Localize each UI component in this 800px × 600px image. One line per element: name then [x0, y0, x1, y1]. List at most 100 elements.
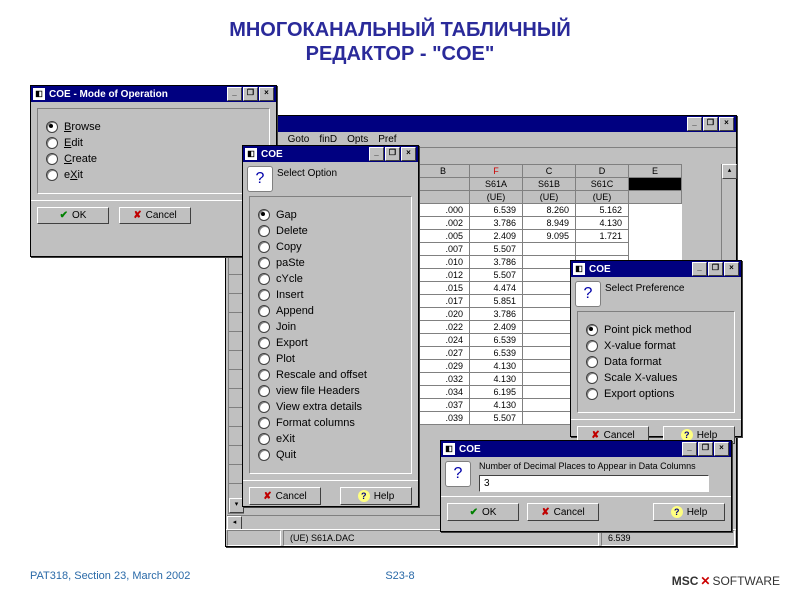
cell[interactable]: [523, 269, 576, 282]
maximize-button[interactable]: ❐: [243, 87, 258, 101]
cell[interactable]: 4.474: [470, 282, 523, 295]
ok-button[interactable]: ✔OK: [37, 207, 109, 224]
maximize-button[interactable]: ❐: [708, 262, 723, 276]
pref-data-format[interactable]: Data format: [586, 356, 726, 368]
option-gap[interactable]: Gap: [258, 209, 403, 221]
cell[interactable]: [523, 282, 576, 295]
radio-browse[interactable]: Browse: [46, 121, 261, 133]
pref-export-options[interactable]: Export options: [586, 388, 726, 400]
menu-pref[interactable]: Pref: [378, 134, 396, 145]
cell[interactable]: [523, 334, 576, 347]
cell[interactable]: [523, 321, 576, 334]
cell[interactable]: .012: [417, 269, 470, 282]
cancel-button[interactable]: ✘Cancel: [119, 207, 191, 224]
cell[interactable]: 2.409: [470, 230, 523, 243]
cell[interactable]: [523, 256, 576, 269]
titlebar-select[interactable]: ◧ COE _ ❐ ×: [243, 146, 418, 162]
option-delete[interactable]: Delete: [258, 225, 403, 237]
titlebar-mode[interactable]: ◧ COE - Mode of Operation _ ❐ ×: [31, 86, 276, 102]
table-row[interactable]: .0075.507: [417, 243, 682, 256]
cell[interactable]: [523, 347, 576, 360]
cell[interactable]: .022: [417, 321, 470, 334]
option-view-file-headers[interactable]: view file Headers: [258, 385, 403, 397]
radio-edit[interactable]: Edit: [46, 137, 261, 149]
col-header[interactable]: D: [576, 165, 629, 178]
option-export[interactable]: Export: [258, 337, 403, 349]
cell[interactable]: 6.539: [470, 334, 523, 347]
help-button[interactable]: ?Help: [653, 503, 725, 521]
cell[interactable]: 5.507: [470, 269, 523, 282]
cell[interactable]: .000: [417, 204, 470, 217]
cell[interactable]: [523, 295, 576, 308]
maximize-button[interactable]: ❐: [385, 147, 400, 161]
col-header[interactable]: E: [629, 165, 682, 178]
cell[interactable]: 9.095: [523, 230, 576, 243]
option-view-extra-details[interactable]: View extra details: [258, 401, 403, 413]
cell[interactable]: 8.949: [523, 217, 576, 230]
menu-goto[interactable]: Goto: [288, 134, 310, 145]
cell[interactable]: [523, 360, 576, 373]
cell[interactable]: 4.130: [576, 217, 629, 230]
titlebar-pref[interactable]: ◧ COE _ ❐ ×: [571, 261, 741, 277]
table-row[interactable]: .0006.5398.2605.162: [417, 204, 682, 217]
col-header[interactable]: C: [523, 165, 576, 178]
cell[interactable]: 3.786: [470, 308, 523, 321]
option-paste[interactable]: paSte: [258, 257, 403, 269]
cell[interactable]: .039: [417, 412, 470, 425]
option-copy[interactable]: Copy: [258, 241, 403, 253]
mode-dialog[interactable]: ◧ COE - Mode of Operation _ ❐ × Browse E…: [30, 85, 277, 257]
minimize-button[interactable]: _: [687, 117, 702, 131]
cell[interactable]: .029: [417, 360, 470, 373]
select-option-dialog[interactable]: ◧ COE _ ❐ × ? Select Option GapDeleteCop…: [242, 145, 419, 507]
option-join[interactable]: Join: [258, 321, 403, 333]
cell[interactable]: .027: [417, 347, 470, 360]
cancel-button[interactable]: ✘Cancel: [249, 487, 321, 505]
maximize-button[interactable]: ❐: [698, 442, 713, 456]
pref-point-pick-method[interactable]: Point pick method: [586, 324, 726, 336]
decimal-input[interactable]: 3: [479, 475, 709, 492]
cell[interactable]: .007: [417, 243, 470, 256]
cell[interactable]: [523, 308, 576, 321]
table-row[interactable]: .0052.4099.0951.721: [417, 230, 682, 243]
option-quit[interactable]: Quit: [258, 449, 403, 461]
radio-exit[interactable]: eXit: [46, 169, 261, 181]
cell[interactable]: .010: [417, 256, 470, 269]
cell[interactable]: 3.786: [470, 217, 523, 230]
cell[interactable]: 4.130: [470, 373, 523, 386]
pref-x-value-format[interactable]: X-value format: [586, 340, 726, 352]
cell[interactable]: 3.786: [470, 256, 523, 269]
maximize-button[interactable]: ❐: [703, 117, 718, 131]
minimize-button[interactable]: _: [692, 262, 707, 276]
radio-create[interactable]: Create: [46, 153, 261, 165]
cell[interactable]: [523, 243, 576, 256]
option-exit[interactable]: eXit: [258, 433, 403, 445]
close-button[interactable]: ×: [259, 87, 274, 101]
cell[interactable]: 8.260: [523, 204, 576, 217]
cell[interactable]: .015: [417, 282, 470, 295]
close-button[interactable]: ×: [719, 117, 734, 131]
pref-scale-x-values[interactable]: Scale X-values: [586, 372, 726, 384]
option-cycle[interactable]: cYcle: [258, 273, 403, 285]
cell[interactable]: .034: [417, 386, 470, 399]
option-append[interactable]: Append: [258, 305, 403, 317]
select-preference-dialog[interactable]: ◧ COE _ ❐ × ? Select Preference Point pi…: [570, 260, 742, 437]
minimize-button[interactable]: _: [682, 442, 697, 456]
titlebar-decimal[interactable]: ◧ COE _ ❐ ×: [441, 441, 731, 457]
cell[interactable]: .037: [417, 399, 470, 412]
minimize-button[interactable]: _: [369, 147, 384, 161]
close-button[interactable]: ×: [724, 262, 739, 276]
cell[interactable]: [523, 386, 576, 399]
option-rescale-and-offset[interactable]: Rescale and offset: [258, 369, 403, 381]
cell[interactable]: 5.851: [470, 295, 523, 308]
cell[interactable]: [576, 243, 629, 256]
cell[interactable]: .032: [417, 373, 470, 386]
cell[interactable]: 6.539: [470, 347, 523, 360]
table-row[interactable]: .0023.7868.9494.130: [417, 217, 682, 230]
cell[interactable]: 2.409: [470, 321, 523, 334]
cell[interactable]: 5.507: [470, 243, 523, 256]
cell[interactable]: [523, 412, 576, 425]
cell[interactable]: .020: [417, 308, 470, 321]
cell[interactable]: 5.507: [470, 412, 523, 425]
col-header[interactable]: B: [417, 165, 470, 178]
cell[interactable]: 4.130: [470, 360, 523, 373]
